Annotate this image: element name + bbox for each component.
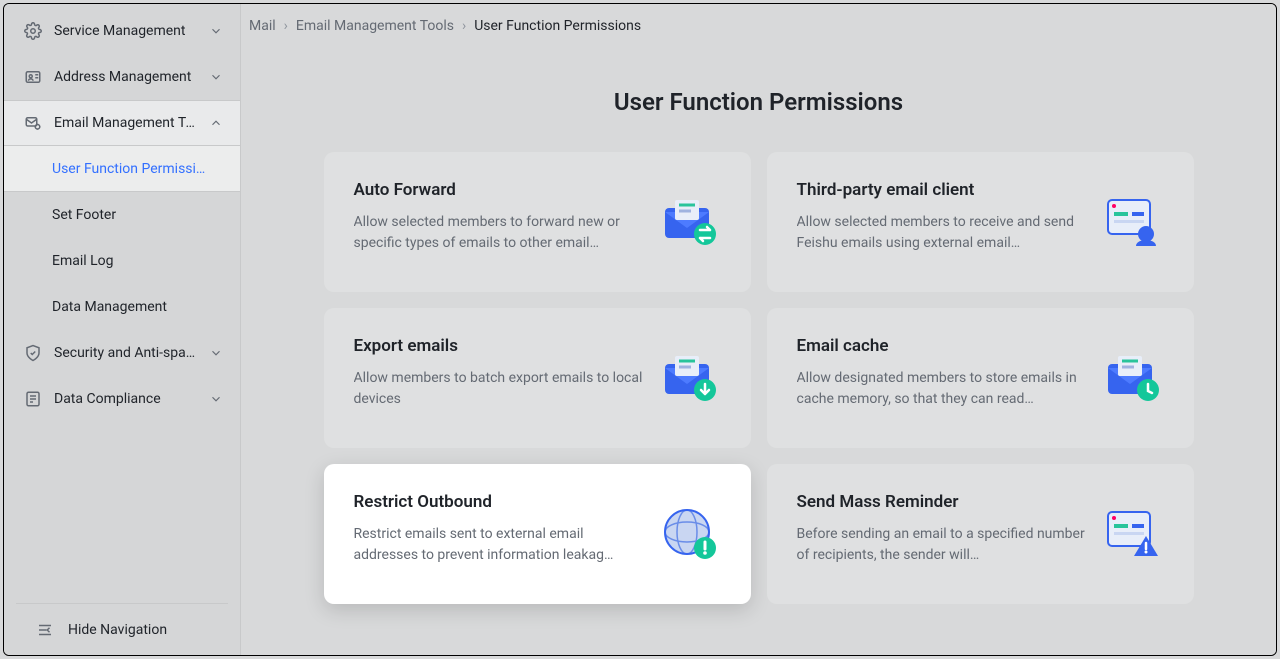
card-title: Email cache bbox=[797, 336, 1088, 356]
app-window: Service Management Address Management bbox=[3, 3, 1277, 656]
card-third-party-client[interactable]: Third-party email client Allow selected … bbox=[767, 152, 1194, 292]
breadcrumb-item[interactable]: Email Management Tools bbox=[296, 18, 454, 34]
collapse-icon bbox=[36, 621, 54, 639]
sidebar-item-label: Data Compliance bbox=[54, 391, 196, 407]
sidebar-item-security[interactable]: Security and Anti-spam bbox=[4, 330, 240, 376]
sidebar-submenu: User Function Permissi… Set Footer Email… bbox=[4, 146, 240, 330]
chevron-right-icon: › bbox=[284, 18, 288, 34]
chevron-right-icon: › bbox=[462, 18, 466, 34]
breadcrumb: Mail › Email Management Tools › User Fun… bbox=[241, 4, 1276, 48]
card-auto-forward[interactable]: Auto Forward Allow selected members to f… bbox=[324, 152, 751, 292]
envelope-swap-icon bbox=[657, 190, 721, 254]
sidebar-item-label: Security and Anti-spam bbox=[54, 345, 196, 361]
chevron-down-icon bbox=[208, 23, 224, 39]
chevron-down-icon bbox=[208, 69, 224, 85]
card-desc: Allow selected members to forward new or… bbox=[354, 212, 645, 254]
sidebar-subitem-email-log[interactable]: Email Log bbox=[4, 238, 240, 284]
envelope-clock-icon bbox=[1100, 346, 1164, 410]
sidebar-subitem-set-footer[interactable]: Set Footer bbox=[4, 192, 240, 238]
card-title: Export emails bbox=[354, 336, 645, 356]
gear-icon bbox=[24, 22, 42, 40]
content-area: User Function Permissions Auto Forward A… bbox=[241, 48, 1276, 655]
card-desc: Allow designated members to store emails… bbox=[797, 368, 1088, 410]
sidebar-item-address-management[interactable]: Address Management bbox=[4, 54, 240, 100]
compliance-icon bbox=[24, 390, 42, 408]
window-warning-icon bbox=[1100, 502, 1164, 566]
card-desc: Allow members to batch export emails to … bbox=[354, 368, 645, 410]
globe-alert-icon bbox=[657, 502, 721, 566]
card-title: Send Mass Reminder bbox=[797, 492, 1088, 512]
card-export-emails[interactable]: Export emails Allow members to batch exp… bbox=[324, 308, 751, 448]
hide-navigation-button[interactable]: Hide Navigation bbox=[16, 603, 228, 655]
mail-settings-icon bbox=[24, 114, 42, 132]
breadcrumb-item-current: User Function Permissions bbox=[474, 18, 641, 34]
sidebar-item-label: Address Management bbox=[54, 69, 196, 85]
envelope-download-icon bbox=[657, 346, 721, 410]
sidebar-item-service-management[interactable]: Service Management bbox=[4, 8, 240, 54]
chevron-down-icon bbox=[208, 391, 224, 407]
sidebar-subitem-data-management[interactable]: Data Management bbox=[4, 284, 240, 330]
window-user-icon bbox=[1100, 190, 1164, 254]
address-card-icon bbox=[24, 68, 42, 86]
chevron-up-icon bbox=[208, 115, 224, 131]
card-grid: Auto Forward Allow selected members to f… bbox=[324, 152, 1194, 604]
card-title: Auto Forward bbox=[354, 180, 645, 200]
card-title: Restrict Outbound bbox=[354, 492, 645, 512]
sidebar-item-label: Service Management bbox=[54, 23, 196, 39]
main-content: Mail › Email Management Tools › User Fun… bbox=[241, 4, 1276, 655]
breadcrumb-item[interactable]: Mail bbox=[249, 18, 276, 34]
card-email-cache[interactable]: Email cache Allow designated members to … bbox=[767, 308, 1194, 448]
card-desc: Before sending an email to a specified n… bbox=[797, 524, 1088, 566]
card-send-mass-reminder[interactable]: Send Mass Reminder Before sending an ema… bbox=[767, 464, 1194, 604]
card-desc: Restrict emails sent to external email a… bbox=[354, 524, 645, 566]
shield-icon bbox=[24, 344, 42, 362]
card-desc: Allow selected members to receive and se… bbox=[797, 212, 1088, 254]
sidebar-item-data-compliance[interactable]: Data Compliance bbox=[4, 376, 240, 422]
card-restrict-outbound[interactable]: Restrict Outbound Restrict emails sent t… bbox=[324, 464, 751, 604]
sidebar: Service Management Address Management bbox=[4, 4, 241, 655]
sidebar-item-email-management-tools[interactable]: Email Management To… bbox=[4, 100, 240, 146]
card-title: Third-party email client bbox=[797, 180, 1088, 200]
chevron-down-icon bbox=[208, 345, 224, 361]
page-title: User Function Permissions bbox=[281, 88, 1236, 116]
sidebar-item-label: Email Management To… bbox=[54, 115, 196, 131]
sidebar-subitem-user-function-permissions[interactable]: User Function Permissi… bbox=[4, 146, 240, 192]
hide-navigation-label: Hide Navigation bbox=[68, 622, 167, 638]
sidebar-nav: Service Management Address Management bbox=[4, 4, 240, 603]
